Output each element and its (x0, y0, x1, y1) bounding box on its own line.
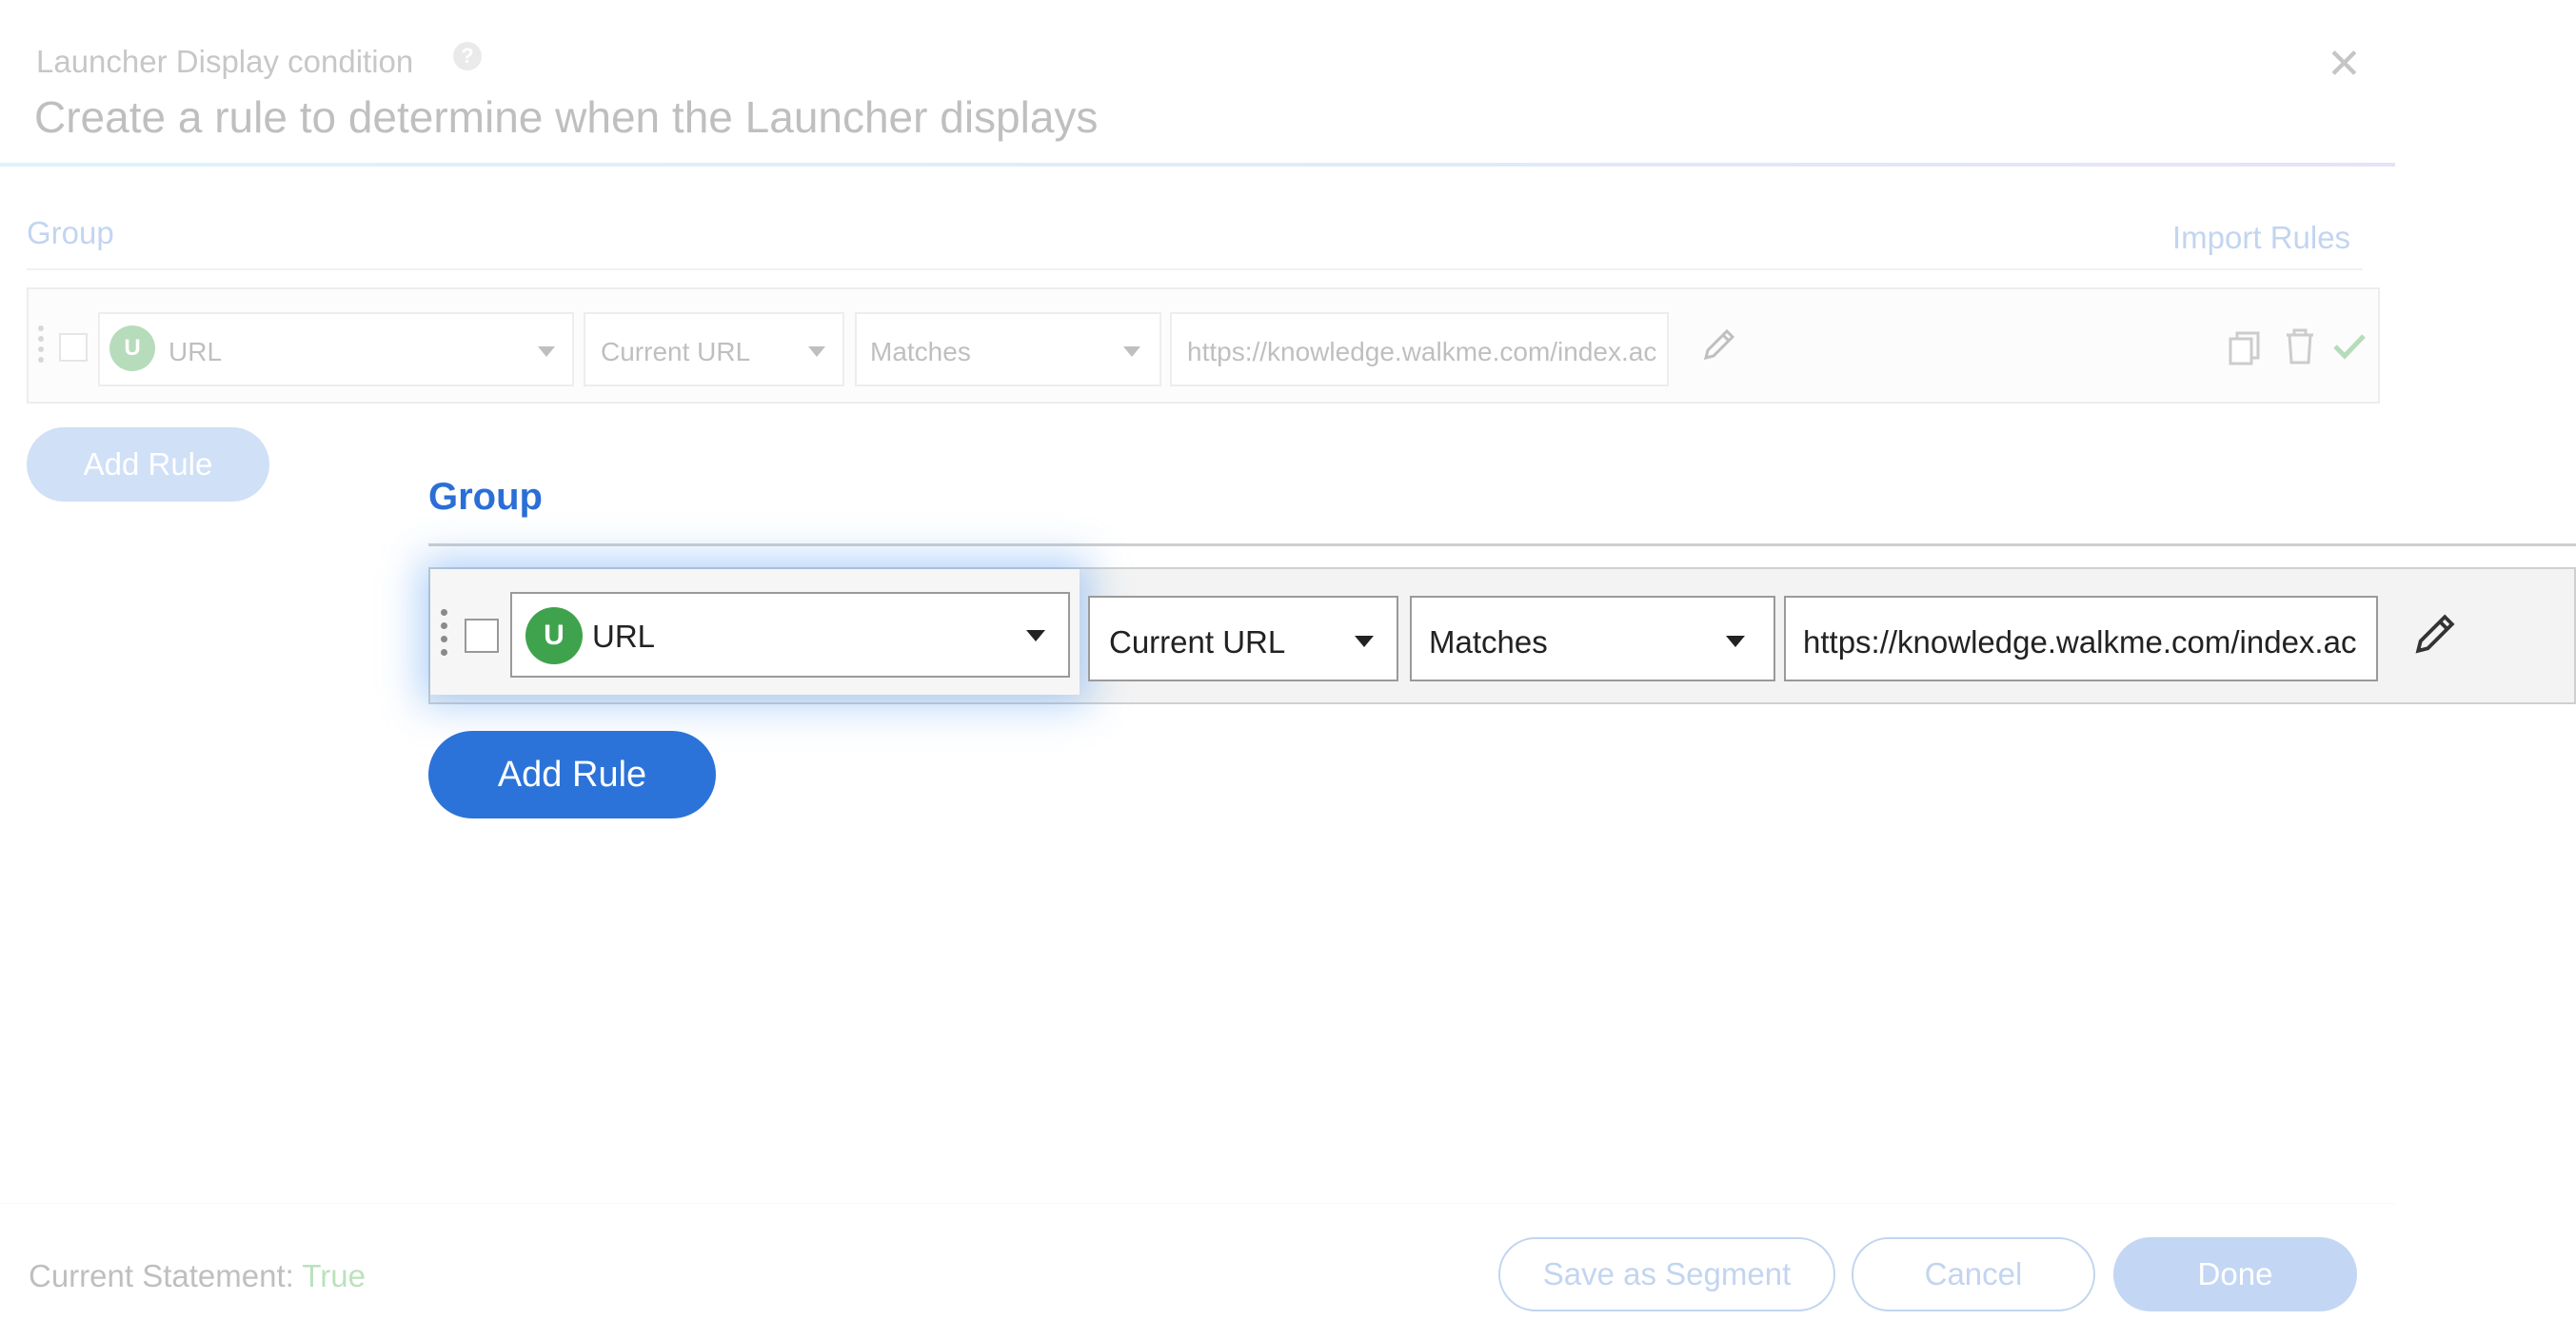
dragged-rule-checkbox[interactable] (465, 619, 499, 653)
rule-attribute-select[interactable]: Current URL (584, 312, 844, 386)
current-statement-label: Current Statement: (29, 1258, 294, 1293)
dialog-label: Launcher Display condition (36, 44, 414, 79)
chevron-down-icon (808, 346, 825, 357)
header-divider (0, 163, 2395, 167)
drag-handle-icon[interactable] (441, 609, 447, 660)
dragged-rule-type-value: URL (592, 619, 656, 654)
rule-type-select[interactable]: U URL (98, 312, 574, 386)
cancel-button[interactable]: Cancel (1852, 1237, 2095, 1311)
copy-icon[interactable] (2228, 329, 2262, 370)
dragged-group-title: Group (428, 476, 543, 518)
pencil-icon[interactable] (2408, 607, 2462, 665)
chevron-down-icon (1123, 346, 1140, 357)
rule-url-value: https://knowledge.walkme.com/index.ac (1187, 337, 1657, 366)
close-icon[interactable]: ✕ (2327, 40, 2362, 89)
pencil-icon[interactable] (1698, 324, 1740, 370)
footer-divider (0, 1203, 2395, 1204)
dragged-rule-url-value: https://knowledge.walkme.com/index.ac (1803, 624, 2357, 660)
dragged-rule-type-select[interactable]: U URL (510, 592, 1070, 678)
chevron-down-icon (1355, 636, 1374, 647)
check-icon[interactable] (2332, 331, 2367, 366)
dragged-rule-attribute-value: Current URL (1109, 624, 1286, 660)
url-badge-icon: U (525, 607, 583, 664)
chevron-down-icon (1726, 636, 1745, 647)
dialog-title: Create a rule to determine when the Laun… (34, 92, 1099, 142)
import-rules-link[interactable]: Import Rules (2172, 220, 2350, 256)
dragged-rule-url-input[interactable]: https://knowledge.walkme.com/index.ac (1784, 596, 2378, 681)
current-statement: Current Statement: True (29, 1258, 366, 1294)
rule-operator-select[interactable]: Matches (855, 312, 1161, 386)
group-divider (27, 268, 2363, 270)
dragged-add-rule-button[interactable]: Add Rule (428, 731, 716, 818)
add-rule-button[interactable]: Add Rule (27, 427, 269, 502)
rule-operator-value: Matches (870, 337, 971, 366)
dragged-rule-operator-value: Matches (1429, 624, 1548, 660)
dragged-rule-attribute-select[interactable]: Current URL (1088, 596, 1398, 681)
trash-icon[interactable] (2283, 327, 2317, 370)
dragged-group-divider (428, 543, 2576, 546)
rule-attribute-value: Current URL (601, 337, 751, 366)
drag-handle-icon[interactable] (38, 325, 44, 367)
rule-type-value: URL (168, 337, 223, 366)
url-badge-icon: U (109, 325, 155, 371)
group-title: Group (27, 215, 114, 250)
rule-url-input[interactable]: https://knowledge.walkme.com/index.ac (1170, 312, 1669, 386)
help-icon[interactable]: ? (453, 42, 482, 70)
chevron-down-icon (538, 346, 555, 357)
rule-checkbox[interactable] (59, 333, 88, 362)
dragged-rule-operator-select[interactable]: Matches (1410, 596, 1775, 681)
chevron-down-icon (1026, 630, 1045, 641)
save-as-segment-button[interactable]: Save as Segment (1498, 1237, 1835, 1311)
current-statement-value: True (302, 1258, 367, 1293)
done-button[interactable]: Done (2113, 1237, 2357, 1311)
